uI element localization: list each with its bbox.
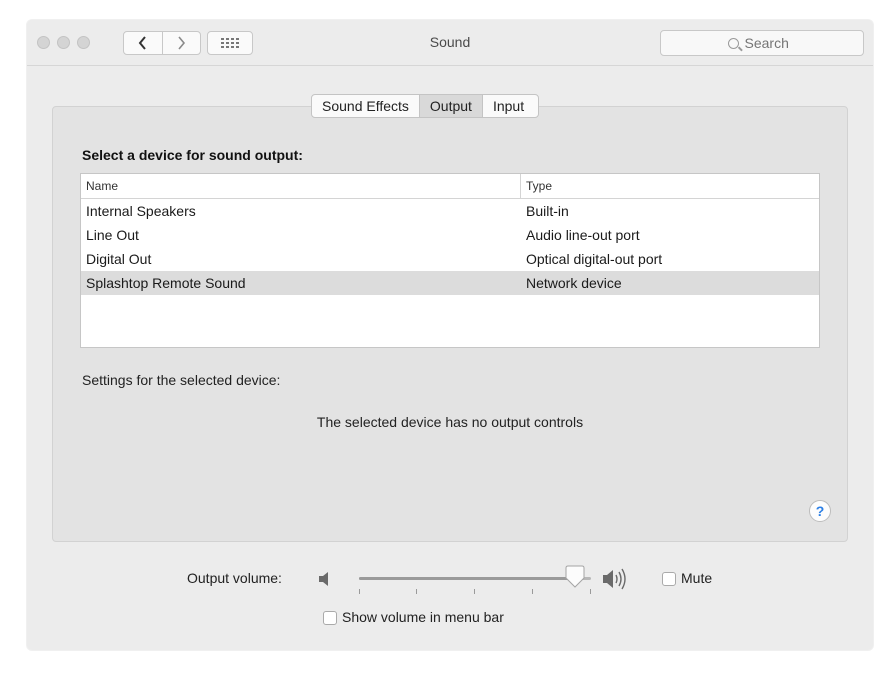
speaker-high-icon <box>603 568 626 590</box>
slider-knob[interactable] <box>564 565 586 589</box>
show-volume-in-menu-bar-label[interactable]: Show volume in menu bar <box>342 609 504 625</box>
device-type: Built-in <box>526 203 569 219</box>
help-icon: ? <box>815 503 825 519</box>
column-header-type[interactable]: Type <box>521 174 552 198</box>
device-name: Splashtop Remote Sound <box>86 275 246 291</box>
slider-fill <box>359 577 575 580</box>
slider-tick <box>359 589 360 594</box>
table-row[interactable]: Line Out Audio line-out port <box>81 223 819 247</box>
column-header-name[interactable]: Name <box>81 174 521 198</box>
output-volume-slider[interactable] <box>359 565 591 599</box>
slider-tick <box>416 589 417 594</box>
table-row[interactable]: Digital Out Optical digital-out port <box>81 247 819 271</box>
search-input[interactable] <box>744 35 797 51</box>
help-button[interactable]: ? <box>809 500 831 522</box>
device-type: Optical digital-out port <box>526 251 663 267</box>
title-bar: Sound <box>27 20 873 66</box>
show-volume-in-menu-bar-checkbox[interactable] <box>323 611 337 625</box>
search-field[interactable] <box>660 30 864 56</box>
output-volume-label: Output volume: <box>187 570 282 586</box>
device-type: Audio line-out port <box>526 227 640 243</box>
slider-tick <box>474 589 475 594</box>
no-output-controls-message: The selected device has no output contro… <box>316 414 584 430</box>
device-name: Internal Speakers <box>86 203 196 219</box>
mute-label[interactable]: Mute <box>681 570 712 586</box>
slider-tick <box>532 589 533 594</box>
output-section-title: Select a device for sound output: <box>82 147 303 163</box>
table-row[interactable]: Internal Speakers Built-in <box>81 199 819 223</box>
table-header: Name Type <box>81 174 819 199</box>
slider-tick <box>590 589 591 594</box>
tab-bar: Sound Effects Output Input <box>311 94 540 118</box>
sound-preferences-window: Sound Sound Effects Output Input Select … <box>27 20 873 650</box>
table-row-selected[interactable]: Splashtop Remote Sound Network device <box>81 271 819 295</box>
tab-sound-effects[interactable]: Sound Effects <box>312 95 420 117</box>
device-name: Line Out <box>86 227 139 243</box>
search-icon <box>727 37 739 49</box>
tab-output[interactable]: Output <box>419 95 483 117</box>
device-name: Digital Out <box>86 251 152 267</box>
output-device-table[interactable]: Name Type Internal Speakers Built-in Lin… <box>80 173 820 348</box>
settings-label: Settings for the selected device: <box>82 372 281 388</box>
speaker-low-icon <box>319 572 328 586</box>
tab-input[interactable]: Input <box>483 95 538 117</box>
mute-checkbox[interactable] <box>662 572 676 586</box>
device-type: Network device <box>526 275 622 291</box>
